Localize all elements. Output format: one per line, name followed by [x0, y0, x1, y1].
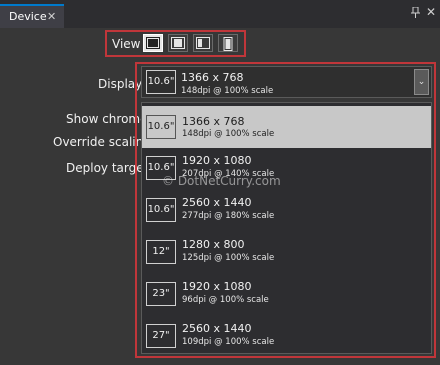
option-dpi: 96dpi @ 100% scale	[182, 295, 269, 305]
override-scaling-label: Override scaling	[53, 135, 151, 149]
display-options-list: 10.6" 1366 x 768 148dpi @ 100% scale 10.…	[141, 102, 432, 354]
display-resolution: 1366 x 768	[181, 71, 244, 84]
screen-size-badge: 10.6"	[146, 70, 176, 94]
view-label: View	[112, 37, 141, 51]
chevron-down-icon[interactable]: ⌄	[414, 69, 429, 95]
option-dpi: 125dpi @ 100% scale	[182, 253, 275, 263]
tab-device[interactable]: Device ✕	[0, 4, 64, 28]
option-resolution: 2560 x 1440	[182, 322, 252, 335]
screen-size-badge: 10.6"	[146, 115, 176, 139]
screen-landscape-icon	[171, 37, 185, 49]
display-option[interactable]: 10.6" 1366 x 768 148dpi @ 100% scale	[142, 106, 431, 148]
show-chrome-label: Show chrome	[66, 112, 148, 126]
option-resolution: 2560 x 1440	[182, 196, 252, 209]
option-resolution: 1920 x 1080	[182, 154, 252, 167]
display-option[interactable]: 12" 1280 x 800 125dpi @ 100% scale	[142, 232, 431, 274]
display-option[interactable]: 23" 1920 x 1080 96dpi @ 100% scale	[142, 274, 431, 316]
screen-portrait-icon	[223, 37, 233, 51]
deploy-target-label: Deploy target	[66, 161, 149, 175]
display-option[interactable]: 27" 2560 x 1440 109dpi @ 100% scale	[142, 316, 431, 353]
monitor-landscape-icon	[146, 37, 160, 49]
option-dpi: 109dpi @ 100% scale	[182, 337, 275, 347]
view-button-landscape-flipped[interactable]	[168, 34, 188, 52]
tab-title: Device	[9, 10, 47, 23]
tool-window-header: Device ✕ ✕	[0, 0, 440, 28]
watermark: © DotNetCurry.com	[162, 174, 281, 188]
option-resolution: 1280 x 800	[182, 238, 245, 251]
view-button-snapped[interactable]	[193, 34, 213, 52]
screen-size-badge: 10.6"	[146, 198, 176, 222]
option-dpi: 148dpi @ 100% scale	[182, 129, 275, 139]
display-label: Display	[98, 77, 143, 91]
close-icon[interactable]: ✕	[426, 5, 436, 19]
view-button-landscape[interactable]	[143, 34, 163, 52]
tab-close-icon[interactable]: ✕	[47, 6, 56, 27]
screen-split-icon	[196, 37, 210, 49]
display-dropdown[interactable]: 10.6" 1366 x 768 148dpi @ 100% scale ⌄	[141, 66, 432, 98]
option-dpi: 277dpi @ 180% scale	[182, 211, 275, 221]
pin-icon[interactable]	[411, 6, 420, 21]
display-dpi: 148dpi @ 100% scale	[181, 86, 274, 96]
view-button-portrait[interactable]	[218, 34, 238, 52]
display-option[interactable]: 10.6" 2560 x 1440 277dpi @ 180% scale	[142, 190, 431, 232]
screen-size-badge: 23"	[146, 282, 176, 306]
option-resolution: 1920 x 1080	[182, 280, 252, 293]
option-resolution: 1366 x 768	[182, 115, 245, 128]
screen-size-badge: 12"	[146, 240, 176, 264]
screen-size-badge: 27"	[146, 324, 176, 348]
